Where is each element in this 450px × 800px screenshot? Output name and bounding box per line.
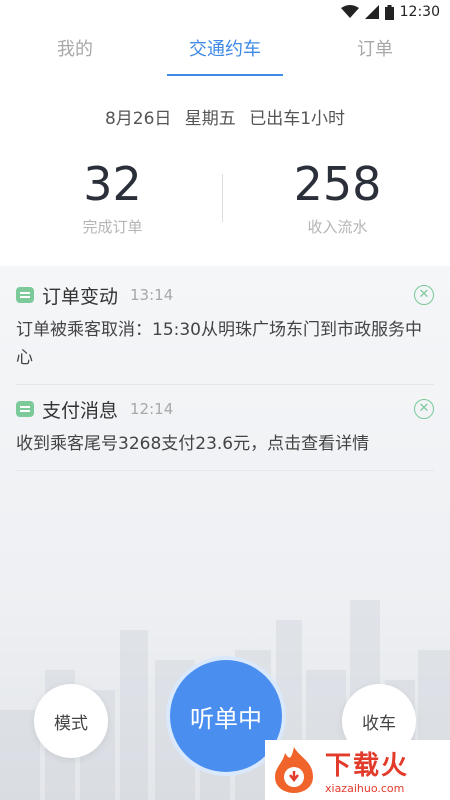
status-bar: 12:30	[0, 0, 450, 24]
watermark-url: xiazaihuo.com	[325, 782, 405, 795]
message-item[interactable]: 支付消息 12:14 ✕ 收到乘客尾号3268支付23.6元，点击查看详情	[16, 394, 434, 471]
close-icon[interactable]: ✕	[414, 285, 434, 305]
flame-download-icon	[275, 747, 313, 793]
date-status-line: 8月26日 星期五 已出车1小时	[104, 109, 346, 129]
watermark-name: 下载火	[325, 751, 410, 781]
message-body: 收到乘客尾号3268支付23.6元，点击查看详情	[16, 434, 370, 454]
message-time: 12:14	[130, 400, 174, 418]
tab-orders[interactable]: 订单	[300, 24, 450, 76]
stat-divider	[222, 174, 223, 222]
tab-ride-hailing[interactable]: 交通约车	[150, 24, 300, 76]
status-time: 12:30	[399, 4, 440, 20]
message-title: 订单变动	[42, 285, 119, 308]
stat-label: 收入流水	[307, 218, 368, 236]
top-tabs: 我的 交通约车 订单	[0, 24, 450, 76]
stat-label: 完成订单	[82, 218, 143, 236]
watermark-logo: 下载火 xiazaihuo.com	[265, 740, 450, 800]
summary-panel: 8月26日 星期五 已出车1小时 32 完成订单 258 收入流水	[0, 76, 450, 266]
tab-mine[interactable]: 我的	[0, 24, 150, 76]
stat-income: 258 收入流水	[225, 158, 450, 237]
close-icon[interactable]: ✕	[414, 399, 434, 419]
wifi-icon	[340, 5, 359, 18]
chat-bubble-icon	[16, 287, 34, 303]
message-body: 订单被乘客取消：15:30从明珠广场东门到市政服务中心	[16, 320, 422, 368]
message-item[interactable]: 订单变动 13:14 ✕ 订单被乘客取消：15:30从明珠广场东门到市政服务中心	[16, 280, 434, 385]
stat-value: 258	[293, 157, 382, 211]
mode-button[interactable]: 模式	[34, 684, 108, 758]
message-title: 支付消息	[42, 399, 119, 422]
stat-value: 32	[83, 157, 142, 211]
stat-completed-orders: 32 完成订单	[0, 158, 225, 237]
chat-bubble-icon	[16, 401, 34, 417]
message-time: 13:14	[130, 286, 174, 304]
battery-icon	[384, 4, 394, 20]
signal-icon	[364, 5, 379, 19]
